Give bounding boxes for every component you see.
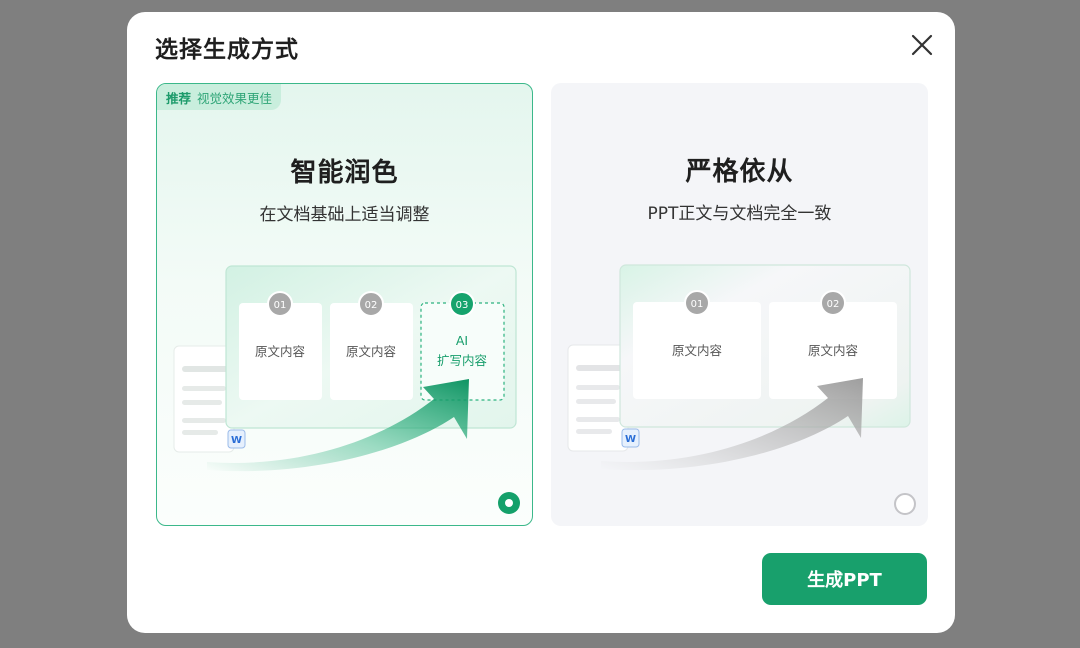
option-subtitle: PPT正文与文档完全一致 [647, 204, 832, 224]
step-label-1: 原文内容 [672, 343, 722, 358]
step-number-1: 01 [274, 300, 287, 311]
option-title: 智能润色 [290, 158, 399, 188]
option-subtitle: 在文档基础上适当调整 [259, 205, 430, 225]
step-number-1: 01 [691, 299, 704, 310]
option-title: 严格依从 [685, 157, 794, 187]
option-card-smart-polish[interactable]: 01 02 03 原文内容 原文内容 AI 扩写内容 W 推荐 视觉效果更佳 智… [156, 83, 533, 526]
generate-ppt-button[interactable]: 生成PPT [762, 553, 927, 605]
option-radio-unselected[interactable] [894, 493, 916, 515]
step-label-2: 原文内容 [808, 343, 858, 358]
recommended-badge: 推荐 视觉效果更佳 [157, 84, 282, 110]
badge-strong-text: 推荐 [166, 90, 192, 106]
word-document-sheet [173, 345, 235, 453]
option-card-strict[interactable]: 01 02 原文内容 原文内容 W 严格依从 PPT正文与文档完全一致 [551, 83, 928, 526]
word-icon-letter: W [625, 434, 636, 445]
word-icon-letter: W [231, 435, 242, 446]
badge-text: 视觉效果更佳 [197, 90, 273, 106]
option-radio-selected[interactable] [498, 492, 520, 514]
step-label-3-line1: AI [456, 333, 468, 348]
step-label-3-line2: 扩写内容 [437, 353, 487, 368]
step-number-3: 03 [456, 300, 469, 311]
word-document-sheet [567, 344, 629, 452]
smart-polish-illustration: 01 02 03 原文内容 原文内容 AI 扩写内容 W [173, 265, 517, 472]
choose-generation-dialog: 选择生成方式 01 02 03 原文内容 原文内容 AI 扩写内容 W 推荐 视… [127, 12, 955, 633]
step-number-2: 02 [365, 300, 378, 311]
dialog-title: 选择生成方式 [155, 37, 299, 63]
step-label-2: 原文内容 [346, 344, 396, 359]
close-icon[interactable] [909, 32, 935, 58]
strict-illustration: 01 02 原文内容 原文内容 W [567, 264, 911, 471]
step-label-1: 原文内容 [255, 344, 305, 359]
step-number-2: 02 [827, 299, 840, 310]
